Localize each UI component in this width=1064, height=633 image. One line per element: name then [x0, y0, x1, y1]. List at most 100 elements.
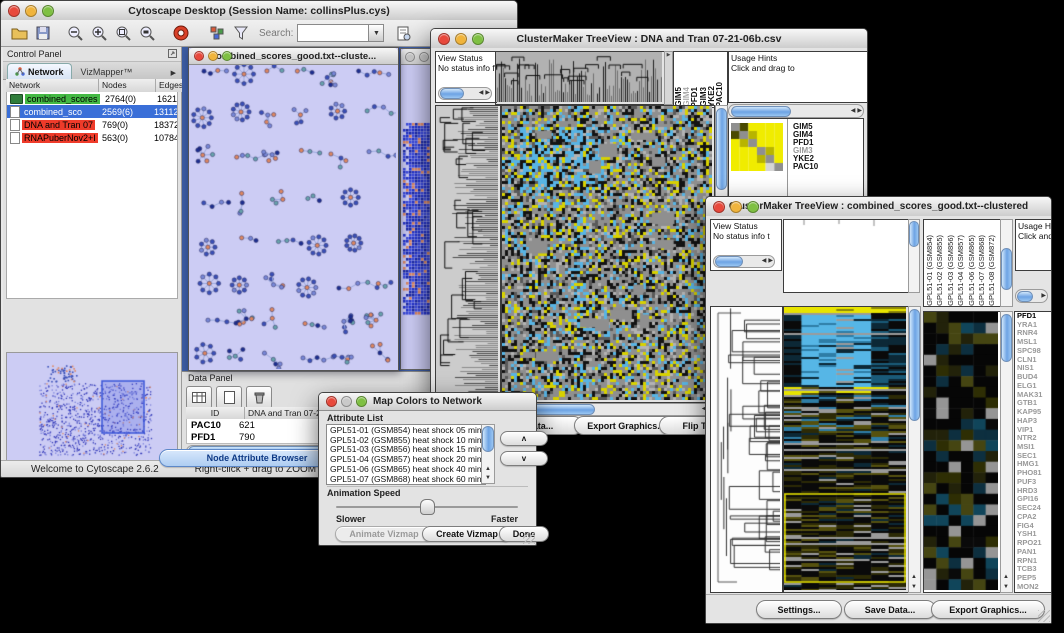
network-table-row[interactable]: DNA and Tran 07769(0)183728(0): [7, 118, 177, 131]
network-table-row[interactable]: combined_scores2764(0)16218(0): [7, 92, 177, 105]
close-icon[interactable]: [405, 52, 415, 62]
zoom-window-icon[interactable]: [747, 201, 759, 213]
attribute-table-icon[interactable]: [186, 386, 212, 409]
filter-funnel-icon[interactable]: [229, 22, 253, 44]
zoom-window-icon[interactable]: [42, 5, 54, 17]
scroll-right-icon[interactable]: ▶: [484, 89, 491, 98]
minimize-icon[interactable]: [25, 5, 37, 17]
treeview2-titlebar[interactable]: ClusterMaker TreeView : combined_scores_…: [706, 197, 1051, 217]
float-panel-icon[interactable]: [168, 45, 177, 63]
treeview2-vscrollbar[interactable]: ▲ ▼: [908, 306, 921, 593]
treeview2-row-dendrogram[interactable]: [710, 306, 783, 593]
minimize-icon[interactable]: [208, 51, 218, 61]
treeview2-coltree-scrollbar[interactable]: [908, 219, 920, 293]
treeview1-usage-hints: Usage Hints Click and drag to: [728, 51, 868, 103]
save-icon[interactable]: [31, 22, 55, 44]
delete-attribute-icon[interactable]: [246, 386, 272, 409]
speed-slider-thumb[interactable]: [420, 499, 435, 515]
help-lifering-icon[interactable]: [169, 22, 193, 44]
scroll-up-icon[interactable]: ▲: [910, 573, 918, 582]
tab-vizmapper-label: VizMapper™: [81, 67, 133, 77]
treeview2-gene-list[interactable]: PFD1YRA1RNR4MSL1SPC98CLN1NIS1BUD4ELG1MAK…: [1014, 311, 1052, 593]
scroll-left-icon[interactable]: ◀: [850, 107, 857, 116]
close-icon[interactable]: [713, 201, 725, 213]
data-col-id[interactable]: ID: [186, 407, 245, 419]
col-header-nodes[interactable]: Nodes: [99, 79, 156, 92]
attribute-list-scrollbar[interactable]: ▲ ▼: [481, 424, 495, 484]
view-status-hscrollbar[interactable]: ◀▶: [438, 87, 492, 100]
more-tabs-icon[interactable]: ▶: [171, 69, 181, 79]
view-status-hscrollbar[interactable]: ◀▶: [713, 255, 775, 268]
treeview1-heatmap[interactable]: [501, 105, 715, 403]
treeview2-heatmap[interactable]: [783, 306, 909, 593]
close-icon[interactable]: [438, 33, 450, 45]
network-canvas[interactable]: [189, 65, 396, 369]
splitter-handle[interactable]: ▶: [664, 51, 673, 105]
network-overview-panel[interactable]: [6, 352, 178, 466]
scroll-right-icon[interactable]: ▶: [1040, 292, 1047, 301]
gene-label[interactable]: MON2: [1017, 583, 1051, 592]
array-label: PAC10: [716, 82, 724, 107]
export-graphics-button[interactable]: Export Graphics...: [931, 600, 1045, 619]
zoom-selected-icon[interactable]: [111, 22, 135, 44]
move-up-button[interactable]: ʌ: [500, 431, 548, 446]
minimize-icon[interactable]: [455, 33, 467, 45]
treeview1-column-dendrogram[interactable]: [495, 51, 665, 105]
scroll-down-icon[interactable]: ▼: [1002, 583, 1010, 592]
attribute-list-item[interactable]: GPL51-07 (GSM868) heat shock 60 min: [330, 475, 485, 485]
resize-grip[interactable]: [523, 532, 535, 544]
treeview2-column-dendrogram[interactable]: [783, 219, 909, 293]
network-view-window[interactable]: combined_scores_good.txt--cluste...: [188, 47, 399, 371]
zoom-out-icon[interactable]: [63, 22, 87, 44]
settings-button[interactable]: Settings...: [756, 600, 842, 619]
close-icon[interactable]: [8, 5, 20, 17]
minimize-icon[interactable]: [730, 201, 742, 213]
treeview1-labels-hscrollbar[interactable]: ◀▶: [728, 104, 864, 118]
scroll-left-icon[interactable]: ◀: [478, 89, 485, 98]
plugins-icon[interactable]: [205, 22, 229, 44]
scroll-right-icon[interactable]: ▶: [767, 257, 774, 266]
treeview2-zoom-heatmap[interactable]: [923, 311, 1001, 593]
treeview2-hints-hscrollbar[interactable]: ▶: [1015, 289, 1048, 303]
treeview2-labels-vscrollbar[interactable]: [1000, 219, 1013, 307]
move-up-label: ʌ: [522, 434, 526, 443]
scroll-right-icon[interactable]: ▶: [856, 107, 863, 116]
col-header-network[interactable]: Network: [6, 79, 99, 92]
treeview1-row-dendrogram[interactable]: [435, 105, 501, 403]
zoom-fit-icon[interactable]: [135, 22, 159, 44]
animate-vizmap-button[interactable]: Animate Vizmap: [335, 526, 433, 542]
main-titlebar[interactable]: Cytoscape Desktop (Session Name: collins…: [1, 1, 517, 21]
scroll-up-icon[interactable]: ▲: [484, 465, 492, 474]
treeview1-titlebar[interactable]: ClusterMaker TreeView : DNA and Tran 07-…: [431, 29, 867, 49]
scroll-left-icon[interactable]: ◀: [761, 257, 768, 266]
zoom-window-icon[interactable]: [356, 396, 367, 407]
scroll-up-icon[interactable]: ▲: [1002, 573, 1010, 582]
new-attribute-icon[interactable]: [216, 386, 242, 409]
annotation-icon[interactable]: [392, 22, 416, 44]
resize-grip[interactable]: [1038, 610, 1050, 622]
minimize-icon[interactable]: [341, 396, 352, 407]
save-data-button[interactable]: Save Data...: [844, 600, 936, 619]
minimize-icon[interactable]: [419, 52, 429, 62]
dialog-titlebar[interactable]: Map Colors to Network: [319, 393, 536, 411]
scroll-down-icon[interactable]: ▼: [910, 583, 918, 592]
treeview1-zoom-heatmap[interactable]: [731, 123, 783, 171]
close-icon[interactable]: [194, 51, 204, 61]
search-dropdown-icon[interactable]: ▼: [369, 24, 384, 42]
attribute-list[interactable]: GPL51-01 (GSM854) heat shock 05 minGPL51…: [326, 424, 486, 485]
zoom-window-icon[interactable]: [472, 33, 484, 45]
close-icon[interactable]: [326, 396, 337, 407]
zoom-in-icon[interactable]: [87, 22, 111, 44]
open-file-icon[interactable]: [7, 22, 31, 44]
scroll-down-icon[interactable]: ▼: [484, 474, 492, 483]
tab-network[interactable]: Network: [7, 63, 72, 79]
network-table-row[interactable]: combined_sco2569(6)13112(15): [7, 105, 177, 118]
array-label: GPL51-06 (GSM865): [967, 235, 977, 306]
move-down-button[interactable]: v: [500, 451, 548, 466]
treeview2-zoom-vscrollbar[interactable]: ▲ ▼: [1000, 311, 1013, 593]
zoom-window-icon[interactable]: [222, 51, 232, 61]
network-table-row[interactable]: RNAPuberNov2+I563(0)107847(0): [7, 131, 177, 144]
tab-vizmapper[interactable]: VizMapper™: [72, 64, 142, 79]
search-input[interactable]: [297, 24, 369, 42]
gene-label[interactable]: PAC10: [793, 163, 818, 171]
